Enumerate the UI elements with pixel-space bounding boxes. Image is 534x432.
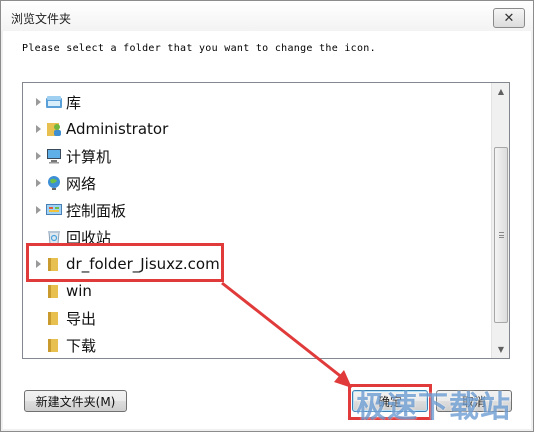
site-watermark: 极速下载站: [356, 390, 511, 425]
annotation-arrow-icon: [221, 281, 352, 388]
new-folder-button[interactable]: 新建文件夹(M): [24, 390, 127, 412]
